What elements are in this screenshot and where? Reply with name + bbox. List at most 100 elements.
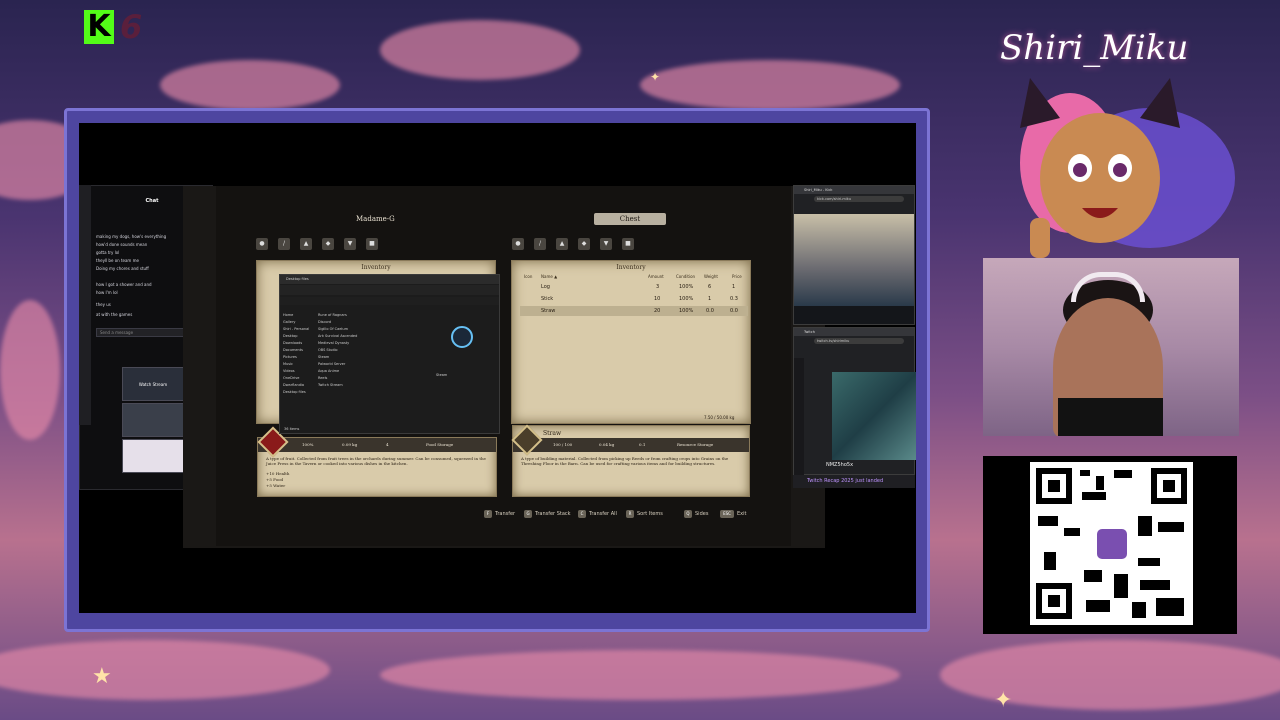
browser-window-kick: Shiri_Miku - Kick kick.com/shiri-miku (793, 185, 915, 325)
column-name[interactable]: Name ▲ (541, 274, 557, 279)
sidebar-item[interactable]: Desktop files (283, 390, 313, 397)
kick-icon: K (84, 10, 114, 44)
watch-stream-thumbnail[interactable]: Watch Stream (122, 367, 184, 401)
background-cloud (380, 650, 900, 700)
category-clothes-icon[interactable]: ▲ (300, 238, 312, 250)
webcam-feed (983, 258, 1239, 436)
category-clothes-icon[interactable]: ▲ (556, 238, 568, 250)
sidebar-item[interactable]: Documents (283, 348, 313, 355)
category-food-icon[interactable]: ◆ (578, 238, 590, 250)
chat-input[interactable]: Send a message (96, 328, 194, 337)
category-misc-icon[interactable]: ■ (366, 238, 378, 250)
sidebar-item[interactable]: Shiri - Personal (283, 327, 313, 334)
inventory-row[interactable]: Log 3 100% 6 1 (520, 282, 748, 292)
qr-logo (1094, 526, 1130, 562)
item-condition: 100% (679, 296, 694, 302)
explorer-file-list: Rune of Ragnars Discord Sigillo Of Caelu… (318, 313, 423, 390)
inventory-row[interactable]: Stick 10 100% 1 0.3 (520, 294, 748, 304)
explorer-toolbar (280, 285, 499, 295)
qr-finder (1151, 468, 1187, 504)
file-row[interactable]: Reels (318, 376, 423, 383)
item-condition: 100% (679, 284, 694, 290)
sidebar-item[interactable]: Music (283, 362, 313, 369)
qr-module (1084, 570, 1102, 582)
qr-finder (1036, 583, 1072, 619)
item-price: 1 (732, 284, 736, 290)
left-category-bar: ● / ▲ ◆ ▼ ■ (256, 238, 378, 250)
file-row[interactable]: Discord (318, 320, 423, 327)
item-amount: 3 (656, 284, 660, 290)
background-cloud (0, 300, 60, 440)
column-weight[interactable]: Weight (704, 274, 718, 279)
right-item-name: Straw (543, 430, 562, 437)
category-tools-icon[interactable]: / (534, 238, 546, 250)
sidebar-item[interactable]: Gallery (283, 320, 313, 327)
category-tools-icon[interactable]: / (278, 238, 290, 250)
background-cloud (380, 20, 580, 80)
address-bar[interactable]: kick.com/shiri-miku (814, 196, 904, 202)
hint-label: Sides (695, 511, 709, 517)
tab-madame[interactable]: Madame-G (356, 215, 395, 223)
background-cloud (640, 60, 900, 110)
file-row[interactable]: Twitch Stream (318, 383, 423, 390)
file-row[interactable]: Sigillo Of Caelum (318, 327, 423, 334)
file-row[interactable]: Medieval Dynasty (318, 341, 423, 348)
category-resources-icon[interactable]: ▼ (600, 238, 612, 250)
category-all-icon[interactable]: ● (512, 238, 524, 250)
file-row[interactable]: Rune of Ragnars (318, 313, 423, 320)
category-all-icon[interactable]: ● (256, 238, 268, 250)
scene-thumbnail[interactable] (122, 403, 184, 437)
hint-exit[interactable]: ESC Exit (720, 510, 746, 518)
inventory-row-selected[interactable]: Straw 20 100% 0.0 0.0 (520, 306, 748, 316)
browser-tab[interactable]: Shiri_Miku - Kick (794, 186, 914, 194)
qr-module (1132, 602, 1146, 618)
column-condition[interactable]: Condition (676, 274, 695, 279)
sidebar-item[interactable]: Pictures (283, 355, 313, 362)
twitch-stream-video (832, 372, 916, 460)
hint-transfer-all[interactable]: C Transfer All (578, 510, 617, 518)
column-price[interactable]: Price (732, 274, 742, 279)
sidebar-item[interactable]: Home (283, 313, 313, 320)
watch-stream-label: Watch Stream (138, 382, 168, 387)
stat-weight: 0.04 kg (599, 442, 615, 447)
file-row[interactable]: Aqua Anime (318, 369, 423, 376)
stat-amount: 100% (302, 442, 314, 447)
item-amount: 10 (654, 296, 661, 302)
qr-module (1138, 558, 1160, 566)
sidebar-item[interactable]: Dwarflandia (283, 383, 313, 390)
key-icon: F (484, 510, 492, 518)
hint-label: Transfer All (589, 511, 617, 517)
tab-chest[interactable]: Chest (594, 213, 666, 225)
address-bar[interactable]: twitch.tv/shirimiku (814, 338, 904, 344)
left-stat-bar (258, 438, 496, 452)
hint-sides[interactable]: Q Sides (684, 510, 708, 518)
category-resources-icon[interactable]: ▼ (344, 238, 356, 250)
scene-thumbnail[interactable] (122, 439, 184, 473)
key-icon: C (578, 510, 586, 518)
kick-number: 6 (120, 8, 143, 46)
item-name: Straw (541, 308, 556, 314)
twitch-recap-banner[interactable]: Twitch Recap 2025 just landed (793, 475, 915, 488)
hint-transfer[interactable]: F Transfer (484, 510, 515, 518)
hint-transfer-stack[interactable]: G Transfer Stack (524, 510, 571, 518)
key-icon: R (626, 510, 634, 518)
explorer-titlebar[interactable]: Desktop files (280, 275, 499, 284)
hint-sort[interactable]: R Sort Items (626, 510, 663, 518)
browser-tab[interactable]: Twitch (794, 328, 914, 336)
file-row[interactable]: OBS Studio (318, 348, 423, 355)
stat-amount: 100 / 100 (553, 442, 573, 447)
twitch-sidebar (794, 358, 804, 476)
file-row[interactable]: Palworld Server (318, 362, 423, 369)
column-amount[interactable]: Amount (648, 274, 664, 279)
category-misc-icon[interactable]: ■ (622, 238, 634, 250)
sidebar-item[interactable]: OneDrive (283, 376, 313, 383)
sidebar-item[interactable]: Videos (283, 369, 313, 376)
sidebar-item[interactable]: Downloads (283, 341, 313, 348)
file-row[interactable]: Ark Survival Ascended (318, 334, 423, 341)
twitch-channel-name[interactable]: NMZ5ho5x (826, 462, 853, 468)
category-food-icon[interactable]: ◆ (322, 238, 334, 250)
stat-weight: 0.09 kg (342, 442, 358, 447)
sidebar-item[interactable]: Desktop (283, 334, 313, 341)
left-description-text: A type of fruit. Collected from fruit tr… (266, 456, 486, 466)
file-row[interactable]: Steam (318, 355, 423, 362)
